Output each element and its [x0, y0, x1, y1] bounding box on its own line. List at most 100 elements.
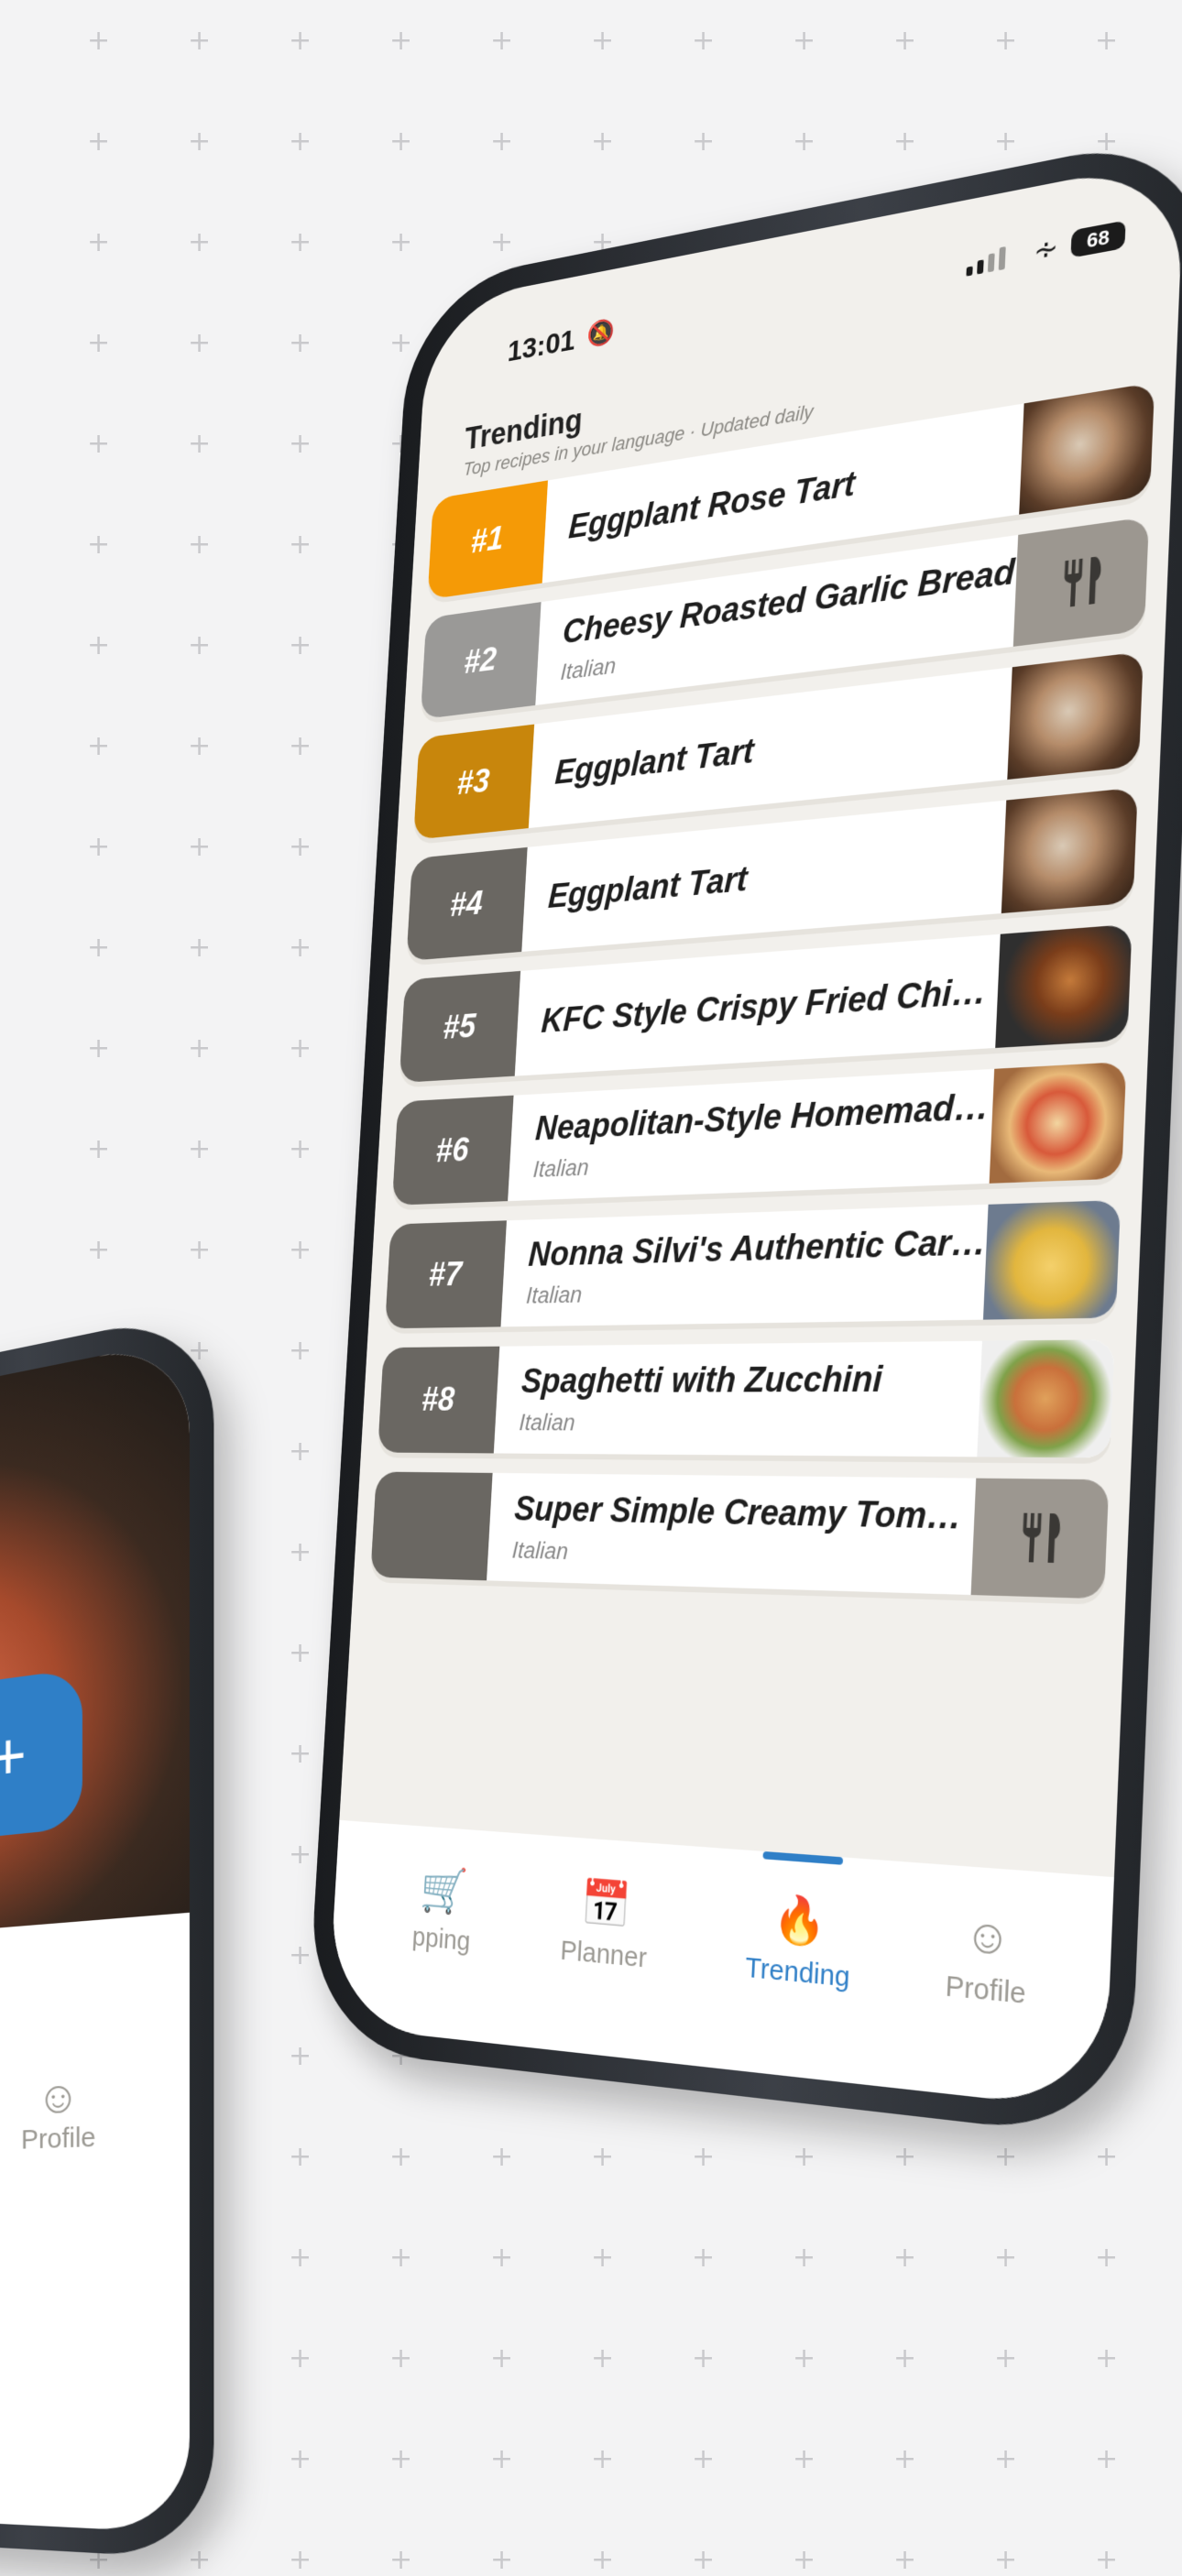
- plus-mark: +: [87, 733, 110, 760]
- plus-mark: +: [994, 128, 1017, 156]
- plus-mark: +: [591, 2547, 614, 2574]
- tab-profile[interactable]: ☺ Profile: [892, 1900, 1085, 2016]
- back-phone: + ☺ Profile: [0, 1308, 213, 2560]
- recipe-name: Eggplant Rose Tart: [567, 439, 1022, 546]
- plus-mark: +: [591, 128, 614, 156]
- plus-mark: +: [893, 2244, 916, 2272]
- recipe-text: Eggplant Tart: [531, 704, 1011, 795]
- tab-trending[interactable]: 🔥 Trending: [708, 1886, 891, 1999]
- recipe-name: Super Simple Creamy Tomato ...: [513, 1490, 975, 1539]
- tab-shopping[interactable]: 🛒 pping: [363, 1858, 526, 1962]
- plus-mark: +: [692, 2446, 715, 2473]
- plus-mark: +: [692, 2547, 715, 2574]
- plus-mark: +: [289, 1841, 312, 1869]
- recipe-name: Spaghetti with Zucchini: [520, 1359, 981, 1402]
- plus-mark: +: [87, 1237, 110, 1264]
- plus-mark: +: [994, 2345, 1017, 2373]
- plus-mark: +: [188, 632, 211, 660]
- status-time: 13:01: [507, 323, 576, 369]
- wifi-icon: ∻: [1033, 229, 1058, 268]
- plus-mark: +: [289, 1539, 312, 1566]
- plus-mark: +: [188, 128, 211, 156]
- recipe-row[interactable]: #6 Neapolitan-Style Homemade ... Italian: [392, 1062, 1127, 1206]
- plus-mark: +: [289, 531, 312, 559]
- plus-mark: +: [1095, 2547, 1118, 2574]
- plus-mark: +: [87, 1136, 110, 1163]
- plus-mark: +: [893, 128, 916, 156]
- recipe-row[interactable]: #8 Spaghetti with Zucchini Italian: [378, 1339, 1115, 1457]
- signal-icon: [966, 246, 1005, 277]
- plus-mark: +: [87, 632, 110, 660]
- plus-mark: +: [1095, 2244, 1118, 2272]
- food-photo: [0, 1337, 190, 1944]
- recipe-name: Eggplant Tart: [547, 836, 1004, 916]
- plus-mark: +: [490, 2547, 513, 2574]
- rank-badge: #1: [427, 480, 548, 599]
- plus-mark: +: [793, 2446, 815, 2473]
- plus-mark: +: [188, 27, 211, 55]
- recipe-thumbnail: [1001, 787, 1138, 913]
- plus-mark: +: [389, 2547, 412, 2574]
- plus-mark: +: [893, 2144, 916, 2171]
- plus-mark: +: [87, 27, 110, 55]
- recipe-category: Italian: [511, 1536, 973, 1577]
- plus-mark: +: [389, 2144, 412, 2171]
- recipe-row[interactable]: Super Simple Creamy Tomato ... Italian: [370, 1472, 1109, 1599]
- plus-mark: +: [692, 2345, 715, 2373]
- rank-badge: #3: [413, 725, 534, 840]
- rank-badge: #6: [392, 1096, 514, 1206]
- active-tab-indicator: [762, 1851, 843, 1865]
- plus-mark: +: [188, 1035, 211, 1063]
- rank-badge: #2: [421, 602, 542, 719]
- recipe-row[interactable]: #7 Nonna Silvi's Authentic Carbo... Italia…: [385, 1200, 1121, 1328]
- plus-mark: +: [188, 531, 211, 559]
- rank-badge: #7: [385, 1220, 507, 1328]
- plus-mark: +: [994, 2446, 1017, 2473]
- plus-mark: +: [490, 2345, 513, 2373]
- plus-mark: +: [793, 128, 815, 156]
- plus-mark: +: [793, 2547, 815, 2574]
- plus-mark: +: [188, 431, 211, 458]
- plus-mark: +: [188, 934, 211, 962]
- plus-mark: +: [490, 229, 513, 257]
- plus-mark: +: [893, 27, 916, 55]
- plus-mark: +: [389, 128, 412, 156]
- plus-mark: +: [289, 2144, 312, 2171]
- recipe-thumbnail: [1019, 382, 1155, 514]
- plus-mark: +: [893, 2345, 916, 2373]
- plus-mark: +: [188, 1136, 211, 1163]
- plus-mark: +: [793, 2144, 815, 2171]
- plus-mark: +: [793, 27, 815, 55]
- plus-mark: +: [289, 1438, 312, 1466]
- recipe-thumbnail: [1007, 651, 1144, 780]
- plus-mark: +: [289, 2244, 312, 2272]
- plus-mark: +: [289, 632, 312, 660]
- plus-mark: +: [994, 2547, 1017, 2574]
- plus-mark: +: [793, 2244, 815, 2272]
- tab-planner[interactable]: 📅 Planner: [520, 1871, 692, 1979]
- plus-mark: +: [289, 27, 312, 55]
- rank-badge: #8: [378, 1347, 499, 1454]
- recipe-name: Nonna Silvi's Authentic Carbo...: [528, 1223, 988, 1275]
- plus-mark: +: [87, 128, 110, 156]
- fork-knife-icon: [1051, 551, 1110, 615]
- main-phone: 13:01 🔕 ∻ 68 Trending Top recipes in you…: [306, 128, 1182, 2141]
- tab-profile-back[interactable]: ☺ Profile: [21, 2070, 96, 2156]
- battery-icon: 68: [1070, 220, 1125, 257]
- plus-mark: +: [389, 2345, 412, 2373]
- plus-mark: +: [994, 2244, 1017, 2272]
- plus-mark: +: [87, 934, 110, 962]
- plus-mark: +: [289, 2446, 312, 2473]
- flame-icon: 🔥: [710, 1886, 891, 1959]
- recipe-thumbnail: [990, 1062, 1127, 1184]
- plus-mark: +: [591, 2244, 614, 2272]
- recipe-thumbnail: [983, 1200, 1121, 1320]
- plus-mark: +: [893, 2547, 916, 2574]
- plus-mark: +: [490, 2144, 513, 2171]
- plus-mark: +: [289, 1035, 312, 1063]
- plus-mark: +: [591, 2144, 614, 2171]
- plus-mark: +: [692, 128, 715, 156]
- plus-mark: +: [490, 2244, 513, 2272]
- plus-mark: +: [490, 2446, 513, 2473]
- plus-mark: +: [490, 128, 513, 156]
